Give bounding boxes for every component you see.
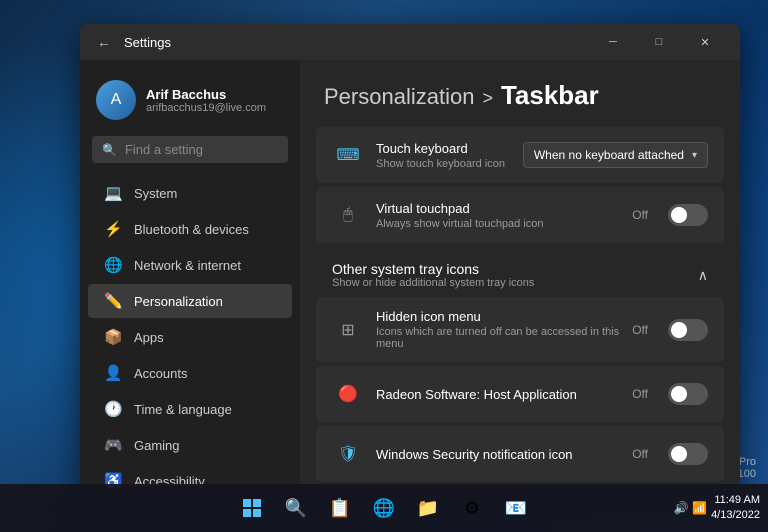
hidden-icon-setting: ⊞ Hidden icon menu Icons which are turne… — [316, 297, 724, 362]
main-content: Personalization > Taskbar ⌨ Touch keyboa… — [300, 60, 740, 492]
radeon-label: Radeon Software: Host Application — [376, 387, 620, 402]
back-button[interactable]: ← — [92, 30, 116, 54]
hidden-icon-label: Hidden icon menu — [376, 309, 620, 324]
taskbar-right: 🔊 📶 11:49 AM 4/13/2022 — [674, 493, 768, 524]
taskbar-clock[interactable]: 11:49 AM 4/13/2022 — [711, 493, 760, 524]
taskbar-start[interactable] — [232, 488, 272, 528]
touch-keyboard-label: Touch keyboard — [376, 141, 511, 156]
sidebar-item-accounts[interactable]: 👤 Accounts — [88, 356, 292, 390]
breadcrumb: Personalization — [324, 84, 474, 110]
system-tray-title: Other system tray icons — [332, 261, 534, 277]
system-tray-desc: Show or hide additional system tray icon… — [332, 277, 534, 289]
sidebar-item-gaming[interactable]: 🎮 Gaming — [88, 428, 292, 462]
gaming-icon: 🎮 — [104, 436, 122, 454]
virtual-touchpad-toggle[interactable] — [668, 204, 708, 226]
windows-security-setting: 🛡 Windows Security notification icon Off — [316, 426, 724, 482]
touch-keyboard-icon: ⌨ — [332, 139, 364, 171]
taskbar-mail[interactable]: 📧 — [496, 488, 536, 528]
search-icon: 🔍 — [102, 143, 117, 157]
settings-section: ⌨ Touch keyboard Show touch keyboard ico… — [300, 127, 740, 492]
hidden-icon-icon: ⊞ — [332, 314, 364, 346]
taskbar-edge[interactable]: 🌐 — [364, 488, 404, 528]
time-icon: 🕐 — [104, 400, 122, 418]
maximize-button[interactable]: □ — [636, 24, 682, 60]
radeon-setting: 🔴 Radeon Software: Host Application Off — [316, 366, 724, 422]
radeon-off-label: Off — [632, 387, 648, 401]
personalization-icon: ✏️ — [104, 292, 122, 310]
bluetooth-icon: ⚡ — [104, 220, 122, 238]
close-button[interactable]: ✕ — [682, 24, 728, 60]
virtual-touchpad-label: Virtual touchpad — [376, 201, 620, 216]
taskbar-taskview[interactable]: 📋 — [320, 488, 360, 528]
apps-icon: 📦 — [104, 328, 122, 346]
windows-security-toggle[interactable] — [668, 443, 708, 465]
user-name: Arif Bacchus — [146, 87, 266, 102]
sidebar-item-apps[interactable]: 📦 Apps — [88, 320, 292, 354]
virtual-touchpad-icon: 🖱 — [332, 199, 364, 231]
virtual-touchpad-desc: Always show virtual touchpad icon — [376, 218, 620, 230]
sidebar-item-network[interactable]: 🌐 Network & internet — [88, 248, 292, 282]
taskbar-center: 🔍 📋 🌐 📁 ⚙ 📧 — [232, 488, 536, 528]
sidebar-item-bluetooth[interactable]: ⚡ Bluetooth & devices — [88, 212, 292, 246]
touch-keyboard-setting: ⌨ Touch keyboard Show touch keyboard ico… — [316, 127, 724, 183]
taskbar-search[interactable]: 🔍 — [276, 488, 316, 528]
virtual-touchpad-setting: 🖱 Virtual touchpad Always show virtual t… — [316, 187, 724, 243]
touch-keyboard-desc: Show touch keyboard icon — [376, 158, 511, 170]
avatar: A — [96, 80, 136, 120]
sidebar-item-time[interactable]: 🕐 Time & language — [88, 392, 292, 426]
page-header: Personalization > Taskbar — [300, 60, 740, 127]
accounts-icon: 👤 — [104, 364, 122, 382]
system-icon: 💻 — [104, 184, 122, 202]
windows-security-label: Windows Security notification icon — [376, 447, 620, 462]
page-title: Taskbar — [501, 80, 599, 111]
virtual-touchpad-off-label: Off — [632, 208, 648, 222]
network-icon: 🌐 — [104, 256, 122, 274]
settings-window: ← Settings ─ □ ✕ A Arif Bacchus arifbacc… — [80, 24, 740, 492]
window-title: Settings — [124, 35, 171, 50]
search-input[interactable] — [125, 142, 300, 157]
system-tray-section-header[interactable]: Other system tray icons Show or hide add… — [316, 247, 724, 297]
minimize-button[interactable]: ─ — [590, 24, 636, 60]
search-box[interactable]: 🔍 — [92, 136, 288, 163]
taskbar: 🔍 📋 🌐 📁 ⚙ 📧 🔊 📶 11:49 AM 4/13/2022 — [0, 484, 768, 532]
sidebar-item-personalization[interactable]: ✏️ Personalization — [88, 284, 292, 318]
breadcrumb-arrow: > — [482, 88, 493, 109]
sidebar: A Arif Bacchus arifbacchus19@live.com 🔍 … — [80, 60, 300, 492]
touch-keyboard-dropdown[interactable]: When no keyboard attached ▾ — [523, 142, 708, 168]
dropdown-arrow-icon: ▾ — [692, 150, 697, 161]
user-profile[interactable]: A Arif Bacchus arifbacchus19@live.com — [80, 72, 300, 136]
sidebar-item-system[interactable]: 💻 System — [88, 176, 292, 210]
hidden-icon-desc: Icons which are turned off can be access… — [376, 326, 620, 350]
radeon-toggle[interactable] — [668, 383, 708, 405]
window-controls: ─ □ ✕ — [590, 24, 728, 60]
windows-security-off-label: Off — [632, 447, 648, 461]
taskbar-explorer[interactable]: 📁 — [408, 488, 448, 528]
radeon-icon: 🔴 — [332, 378, 364, 410]
windows-security-icon: 🛡 — [332, 438, 364, 470]
section-chevron-icon: ∧ — [698, 267, 708, 284]
systray[interactable]: 🔊 📶 — [674, 501, 707, 515]
window-body: A Arif Bacchus arifbacchus19@live.com 🔍 … — [80, 60, 740, 492]
hidden-icon-off-label: Off — [632, 323, 648, 337]
title-bar: ← Settings ─ □ ✕ — [80, 24, 740, 60]
taskbar-settings[interactable]: ⚙ — [452, 488, 492, 528]
hidden-icon-toggle[interactable] — [668, 319, 708, 341]
user-email: arifbacchus19@live.com — [146, 102, 266, 114]
